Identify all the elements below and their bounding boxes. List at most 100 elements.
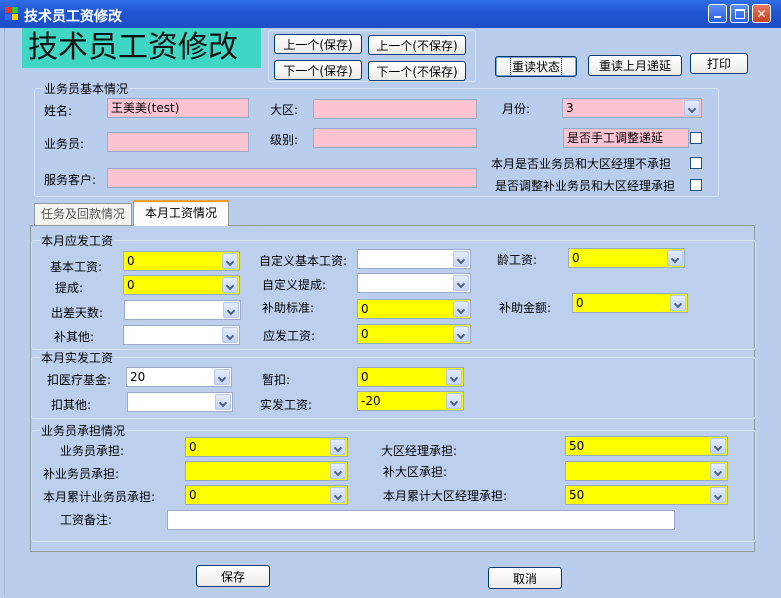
bear-legend: 业务员承担情况 — [41, 424, 126, 438]
manual-defer-checkbox[interactable] — [690, 132, 702, 144]
chevron-down-icon[interactable] — [670, 295, 686, 311]
salesman-bear-label: 业务员承担: — [60, 444, 125, 458]
minimize-icon — [714, 16, 721, 18]
chevron-down-icon[interactable] — [330, 487, 346, 503]
custom-commission-select[interactable] — [357, 273, 471, 293]
subsidy-amt-select[interactable]: 0 — [572, 293, 688, 313]
chevron-down-icon[interactable] — [453, 251, 469, 267]
commission-select[interactable]: 0 — [123, 275, 240, 295]
prev-save-button[interactable]: 上一个(保存) — [274, 34, 362, 54]
customer-label: 服务客户: — [44, 173, 97, 187]
reread-status-button[interactable]: 重读状态 — [495, 56, 577, 77]
seniority-select[interactable]: 0 — [568, 248, 685, 268]
customer-field[interactable] — [107, 168, 477, 188]
seniority-label: 龄工资: — [497, 253, 538, 267]
cum-salesman-label: 本月累计业务员承担: — [43, 490, 156, 504]
chevron-down-icon[interactable] — [446, 369, 462, 385]
cum-manager-select[interactable]: 50 — [565, 485, 728, 505]
chevron-down-icon[interactable] — [222, 327, 238, 343]
manager-bear-select[interactable]: 50 — [565, 436, 728, 456]
commission-label: 提成: — [55, 281, 84, 295]
chevron-down-icon[interactable] — [710, 463, 726, 479]
next-save-button[interactable]: 下一个(保存) — [274, 60, 362, 80]
region-label: 大区: — [270, 103, 299, 117]
level-label: 级别: — [270, 133, 299, 147]
chevron-down-icon[interactable] — [453, 275, 469, 291]
cum-manager-label: 本月累计大区经理承担: — [383, 489, 508, 503]
salesman-bear-select[interactable]: 0 — [185, 437, 348, 457]
chevron-down-icon[interactable] — [684, 100, 700, 116]
name-label: 姓名: — [44, 104, 73, 118]
salesman-label: 业务员: — [44, 137, 85, 151]
other-supp-label: 补其他: — [54, 330, 95, 344]
medical-select[interactable]: 20 — [126, 367, 232, 387]
payable-legend: 本月应发工资 — [41, 234, 114, 248]
other-deduct-select[interactable] — [127, 392, 233, 412]
print-button[interactable]: 打印 — [690, 53, 748, 74]
chevron-down-icon[interactable] — [710, 487, 726, 503]
supp-salesman-label: 补业务员承担: — [43, 467, 120, 481]
tab-tasks-payments[interactable]: 任务及回款情况 — [34, 203, 132, 225]
close-icon: ✕ — [756, 6, 767, 21]
payable-salary-select[interactable]: 0 — [357, 324, 471, 344]
custom-commission-label: 自定义提成: — [262, 278, 327, 292]
chevron-down-icon[interactable] — [710, 438, 726, 454]
chevron-down-icon[interactable] — [330, 463, 346, 479]
subsidy-amt-label: 补助金额: — [499, 301, 552, 315]
supp-region-label: 补大区承担: — [383, 465, 448, 479]
cancel-button[interactable]: 取消 — [488, 567, 562, 589]
actual-legend: 本月实发工资 — [41, 351, 114, 365]
close-button[interactable]: ✕ — [752, 4, 771, 23]
chevron-down-icon[interactable] — [222, 277, 238, 293]
subsidy-std-select[interactable]: 0 — [357, 299, 471, 319]
maximize-button[interactable] — [730, 4, 749, 23]
manual-defer-label: 是否手工调整递延 — [563, 128, 689, 148]
tab-monthly-salary[interactable]: 本月工资情况 — [133, 200, 229, 226]
supp-region-select[interactable] — [565, 461, 728, 481]
remark-label: 工资备注: — [60, 513, 113, 527]
save-button[interactable]: 保存 — [196, 565, 270, 587]
other-deduct-label: 扣其他: — [51, 398, 92, 412]
chevron-down-icon[interactable] — [667, 250, 683, 266]
withhold-label: 暂扣: — [262, 373, 291, 387]
level-field[interactable] — [313, 128, 477, 148]
not-bear-label: 本月是否业务员和大区经理不承担 — [491, 157, 672, 171]
other-supp-select[interactable] — [123, 325, 240, 345]
withhold-select[interactable]: 0 — [357, 367, 464, 387]
name-field[interactable]: 王美美(test) — [107, 98, 249, 118]
base-salary-select[interactable]: 0 — [123, 251, 240, 271]
not-bear-checkbox[interactable] — [690, 157, 702, 169]
minimize-button[interactable] — [708, 4, 727, 23]
adjust-checkbox[interactable] — [690, 179, 702, 191]
reread-last-month-button[interactable]: 重读上月递延 — [588, 55, 682, 76]
chevron-down-icon[interactable] — [453, 326, 469, 342]
manager-bear-label: 大区经理承担: — [381, 444, 458, 458]
page-title: 技术员工资修改 — [22, 28, 261, 68]
actual-salary-label: 实发工资: — [260, 398, 313, 412]
chevron-down-icon[interactable] — [214, 369, 230, 385]
month-label: 月份: — [502, 102, 531, 116]
supp-salesman-select[interactable] — [185, 461, 348, 481]
app-icon — [5, 7, 19, 21]
month-select[interactable]: 3 — [562, 98, 702, 118]
cum-salesman-select[interactable]: 0 — [185, 485, 348, 505]
chevron-down-icon[interactable] — [222, 253, 238, 269]
remark-input[interactable] — [167, 510, 675, 530]
next-nosave-button[interactable]: 下一个(不保存) — [368, 61, 466, 81]
chevron-down-icon[interactable] — [215, 394, 231, 410]
medical-label: 扣医疗基金: — [47, 373, 112, 387]
adjust-label: 是否调整补业务员和大区经理承担 — [495, 179, 676, 193]
salesman-field[interactable] — [107, 132, 249, 152]
prev-nosave-button[interactable]: 上一个(不保存) — [368, 35, 466, 55]
custom-base-select[interactable] — [357, 249, 471, 269]
chevron-down-icon[interactable] — [446, 393, 462, 409]
actual-salary-select[interactable]: -20 — [357, 391, 464, 411]
window-title: 技术员工资修改 — [24, 9, 122, 25]
title-bar: 技术员工资修改 ✕ — [0, 0, 781, 28]
region-field[interactable] — [313, 99, 477, 119]
trip-days-label: 出差天数: — [51, 306, 104, 320]
trip-days-select[interactable] — [124, 300, 241, 320]
chevron-down-icon[interactable] — [453, 301, 469, 317]
chevron-down-icon[interactable] — [223, 302, 239, 318]
chevron-down-icon[interactable] — [330, 439, 346, 455]
